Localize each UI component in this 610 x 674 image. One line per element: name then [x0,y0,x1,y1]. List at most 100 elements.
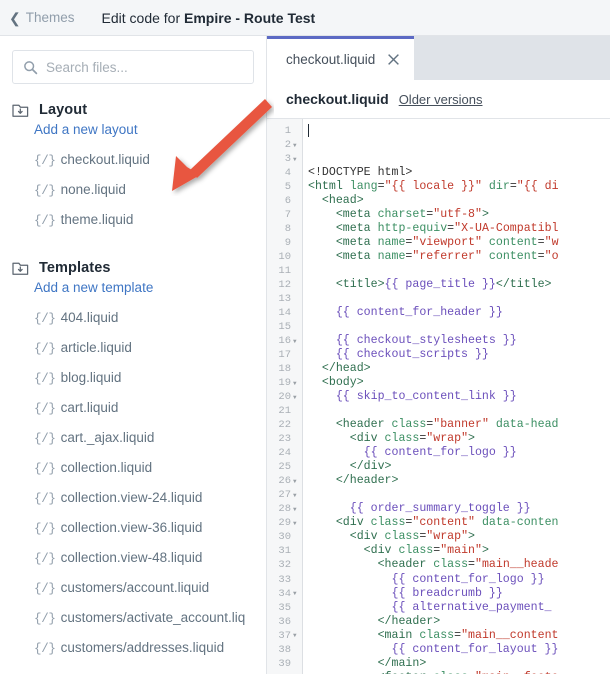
page-title: Edit code for Empire - Route Test [102,10,316,26]
code-fold-toggle[interactable]: ▼ [293,520,299,527]
code-line: </header> [308,474,610,488]
file-item[interactable]: {/} customers/addresses.liquid [0,640,266,670]
liquid-file-icon: {/} [34,312,56,326]
file-item-label: customers/addresses.liquid [60,640,225,655]
line-number: 16 ▼ [267,334,302,348]
code-token: dir [481,180,510,194]
back-to-themes-link[interactable]: ❮ Themes [9,10,75,25]
file-group-title: Layout [39,102,88,118]
line-number: 3 ▼ [267,152,302,166]
file-item[interactable]: {/} blog.liquid [0,370,266,400]
code-token: > [468,432,476,446]
code-token: {{ content_for_layout }} [308,642,559,656]
code-editor-pane: checkout.liquid checkout.liquid Older ve… [266,36,610,674]
close-icon[interactable] [387,53,400,66]
file-item[interactable]: {/} collection.view-24.liquid [0,490,266,520]
code-fold-toggle[interactable]: ▼ [293,156,299,163]
line-number-value: 32 [278,559,291,572]
file-item[interactable]: {/} cart._ajax.liquid [0,430,266,460]
code-token: = [537,236,545,250]
line-number: 6▼ [267,194,302,208]
file-item[interactable]: {/} theme.liquid [0,212,266,242]
code-fold-toggle[interactable]: ▼ [293,632,299,639]
code-token: {{ alternative_payment_ [308,600,552,614]
liquid-file-icon: {/} [34,492,56,506]
code-token: {{ breadcrumb }} [308,586,503,600]
line-number-value: 13 [278,293,291,306]
file-item[interactable]: {/} collection.view-48.liquid [0,550,266,580]
file-item[interactable]: {/} customers/activate_account.liq [0,610,266,640]
line-number: 34 ▼ [267,587,302,601]
code-line: {{ breadcrumb }} [308,587,610,601]
code-token: charset [377,208,427,222]
code-token: <footer [308,671,433,674]
code-fold-toggle[interactable]: ▼ [293,394,299,401]
code-line: {{ content_for_header }} [308,306,610,320]
line-number: 18▼ [267,362,302,376]
line-number: 14▼ [267,306,302,320]
code-token: {{ skip_to_content_link }} [308,390,517,404]
code-content[interactable]: <!DOCTYPE html> <html lang="{{ locale }}"… [303,119,610,674]
code-token: = [537,250,545,264]
add-new-file-link[interactable]: Add a new layout [0,122,266,152]
file-item[interactable]: {/} collection.liquid [0,460,266,490]
line-number-value: 5 [284,181,291,194]
code-line: <title>{{ page_title }}</title> [308,278,610,292]
code-fold-toggle[interactable]: ▼ [293,590,299,597]
code-token: > [481,208,489,222]
line-number-value: 20 [278,391,291,404]
code-token: <meta [308,236,378,250]
code-token: {{ content_for_logo }} [308,446,517,460]
line-number-value: 25 [278,461,291,474]
code-fold-toggle[interactable]: ▼ [293,478,299,485]
code-fold-toggle[interactable]: ▼ [293,492,299,499]
file-item[interactable]: {/} checkout.liquid [0,152,266,182]
line-number: 13▼ [267,292,302,306]
file-item[interactable]: {/} customers/account.liquid [0,580,266,610]
line-number: 38▼ [267,643,302,657]
text-caret [308,124,309,137]
search-box[interactable] [12,50,254,84]
code-token: <header [308,418,392,432]
code-fold-toggle[interactable]: ▼ [293,506,299,513]
code-line: {{ content_for_logo }} [308,573,610,587]
code-line: {{ checkout_scripts }} [308,348,610,362]
line-number: 5▼ [267,180,302,194]
file-item[interactable]: {/} collection.view-36.liquid [0,520,266,550]
code-line: </main> [308,657,610,671]
file-group-header[interactable]: Templates [0,256,266,280]
code-fold-toggle[interactable]: ▼ [293,338,299,345]
older-versions-link[interactable]: Older versions [399,92,483,107]
code-fold-toggle[interactable]: ▼ [293,380,299,387]
code-token: </header> [308,474,399,488]
code-token: <main [308,628,420,642]
line-number-value: 26 [278,475,291,488]
search-input[interactable] [13,59,253,75]
code-fold-toggle[interactable]: ▼ [293,142,299,149]
file-item[interactable]: {/} none.liquid [0,182,266,212]
file-group-header[interactable]: Layout [0,98,266,122]
liquid-file-icon: {/} [34,342,56,356]
code-token: > [468,530,476,544]
code-line: <head> [308,194,610,208]
code-token: {{ page_title }} [384,278,496,292]
file-item-label: checkout.liquid [60,152,150,167]
line-number-value: 21 [278,405,291,418]
code-token: {{ checkout_scripts }} [308,348,489,362]
code-line: {{ skip_to_content_link }} [308,390,610,404]
file-item[interactable]: {/} article.liquid [0,340,266,370]
add-new-file-link[interactable]: Add a new template [0,280,266,310]
file-item[interactable]: {/} 404.liquid [0,310,266,340]
file-item[interactable]: {/} cart.liquid [0,400,266,430]
line-number-value: 12 [278,279,291,292]
editor-tab-checkout-liquid[interactable]: checkout.liquid [267,36,415,80]
file-item-label: cart.liquid [60,400,119,415]
code-token: content [481,250,538,264]
code-token: {{ order_summary_toggle }} [308,502,531,516]
code-token: class [433,671,468,674]
code-token: <div [308,544,399,558]
code-line: <meta name="referrer" content="o [308,250,610,264]
code-token: <html [308,180,350,194]
